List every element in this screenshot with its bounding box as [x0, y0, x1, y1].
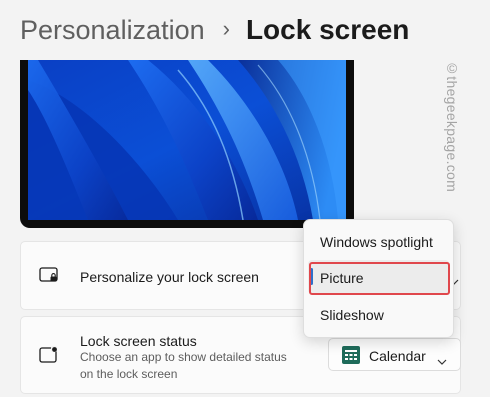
lock-screen-image-icon: [39, 266, 59, 289]
picture-option-highlight: [309, 262, 450, 295]
lock-screen-status-description: Choose an app to show detailed status on…: [80, 350, 287, 381]
watermark-text: ©thegeekpage.com: [444, 60, 460, 193]
option-slideshow[interactable]: Slideshow: [320, 307, 384, 323]
breadcrumb: Personalization › Lock screen: [20, 10, 409, 50]
lock-screen-status-icon: [39, 346, 59, 369]
lock-screen-status-select[interactable]: Calendar: [328, 338, 461, 371]
option-windows-spotlight[interactable]: Windows spotlight: [320, 234, 433, 250]
calendar-icon: [342, 346, 360, 369]
personalize-lock-screen-label: Personalize your lock screen: [80, 269, 259, 285]
lock-screen-status-label: Lock screen status: [80, 333, 197, 349]
select-value: Calendar: [369, 348, 426, 364]
breadcrumb-separator-icon: ›: [222, 16, 230, 41]
page-title: Lock screen: [245, 14, 410, 45]
chevron-down-icon: [437, 352, 447, 370]
wallpaper-bloom-image: [28, 60, 346, 220]
lock-screen-preview: [20, 60, 354, 228]
breadcrumb-parent-link[interactable]: Personalization: [20, 15, 205, 46]
